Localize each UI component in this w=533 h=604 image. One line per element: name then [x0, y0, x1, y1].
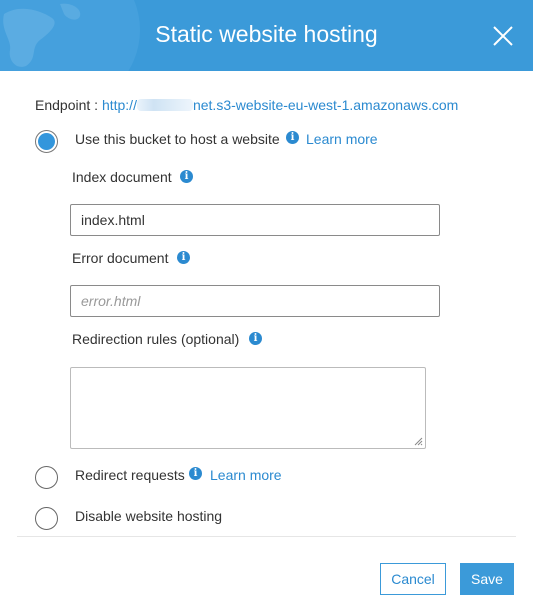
endpoint-row: Endpoint : http:// net.s3-website-eu-west… — [35, 97, 458, 113]
save-button[interactable]: Save — [460, 563, 514, 595]
dialog-header: Static website hosting — [0, 0, 533, 71]
info-icon[interactable]: i — [249, 332, 262, 345]
info-icon[interactable]: i — [177, 251, 190, 264]
cancel-button[interactable]: Cancel — [380, 563, 446, 595]
info-icon[interactable]: i — [180, 170, 193, 183]
radio-host-website[interactable] — [35, 130, 58, 153]
learn-more-host-link[interactable]: Learn more — [306, 131, 378, 147]
endpoint-url[interactable]: http:// net.s3-website-eu-west-1.amazonaw… — [102, 97, 458, 113]
redirection-rules-label: Redirection rules (optional) — [72, 331, 240, 347]
footer-divider — [17, 536, 516, 537]
error-document-label: Error document — [72, 250, 169, 266]
endpoint-label: Endpoint : — [35, 97, 102, 113]
index-document-label: Index document — [72, 169, 172, 185]
radio-selected-dot — [38, 133, 55, 150]
info-icon[interactable]: i — [189, 467, 202, 480]
info-icon[interactable]: i — [286, 131, 299, 144]
error-document-input[interactable] — [70, 285, 440, 317]
endpoint-url-suffix: net.s3-website-eu-west-1.amazonaws.com — [192, 97, 459, 113]
radio-disable-hosting[interactable] — [35, 507, 58, 530]
redacted-bucket-name — [136, 99, 193, 111]
close-icon[interactable] — [491, 24, 515, 48]
disable-hosting-label: Disable website hosting — [75, 508, 223, 524]
host-website-label: Use this bucket to host a website — [75, 131, 280, 147]
resize-grip-icon[interactable] — [414, 437, 423, 446]
redirect-requests-label: Redirect requests — [75, 467, 185, 483]
radio-redirect-requests[interactable] — [35, 466, 58, 489]
learn-more-redirect-link[interactable]: Learn more — [210, 467, 282, 483]
dialog-title: Static website hosting — [155, 21, 378, 47]
index-document-input[interactable] — [70, 204, 440, 236]
redirection-rules-textarea[interactable] — [70, 367, 426, 449]
endpoint-url-prefix: http:// — [101, 97, 137, 113]
